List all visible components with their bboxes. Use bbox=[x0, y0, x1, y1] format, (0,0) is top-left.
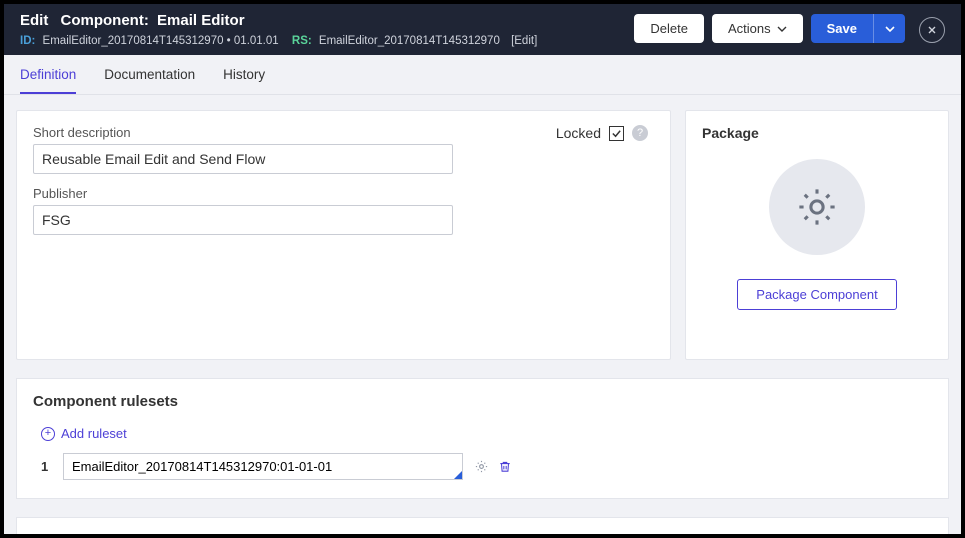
page-title: Edit Component: Email Editor bbox=[20, 12, 634, 29]
locked-field: Locked ? bbox=[556, 125, 648, 141]
record-title: Email Editor bbox=[157, 12, 245, 29]
package-component-button[interactable]: Package Component bbox=[737, 279, 897, 310]
content-scroll[interactable]: Short description Publisher Locked ? bbox=[4, 100, 961, 534]
ruleset-settings-button[interactable] bbox=[473, 459, 489, 475]
gear-icon bbox=[794, 184, 840, 230]
publisher-input[interactable] bbox=[33, 205, 453, 235]
locked-checkbox[interactable] bbox=[609, 126, 624, 141]
short-description-input[interactable] bbox=[33, 144, 453, 174]
breadcrumb-prefix: Edit bbox=[20, 12, 48, 29]
ruleset-delete-button[interactable] bbox=[497, 459, 513, 475]
trash-icon bbox=[498, 459, 512, 474]
chevron-down-icon bbox=[885, 24, 895, 34]
prerequisites-title: Prerequisites bbox=[33, 532, 932, 534]
locked-label: Locked bbox=[556, 125, 601, 141]
ruleset-input[interactable] bbox=[63, 453, 463, 480]
rulesets-title: Component rulesets bbox=[33, 393, 932, 410]
prerequisites-section: Prerequisites bbox=[16, 517, 949, 534]
breadcrumb-type: Component: bbox=[61, 12, 149, 29]
actions-button[interactable]: Actions bbox=[712, 14, 803, 43]
chevron-down-icon bbox=[777, 24, 787, 34]
close-icon bbox=[927, 25, 937, 35]
rs-label: RS: bbox=[292, 35, 312, 47]
header-meta: ID: EmailEditor_20170814T145312970 • 01.… bbox=[20, 35, 634, 47]
package-card: Package Package Component bbox=[685, 110, 949, 360]
header-bar: Edit Component: Email Editor ID: EmailEd… bbox=[4, 4, 961, 55]
actions-label: Actions bbox=[728, 21, 771, 36]
definition-card: Short description Publisher Locked ? bbox=[16, 110, 671, 360]
delete-button[interactable]: Delete bbox=[634, 14, 704, 43]
close-button[interactable] bbox=[919, 17, 945, 43]
add-ruleset-label: Add ruleset bbox=[61, 426, 127, 441]
publisher-label: Publisher bbox=[33, 186, 654, 201]
tab-definition[interactable]: Definition bbox=[20, 55, 76, 94]
tab-documentation[interactable]: Documentation bbox=[104, 55, 195, 94]
plus-icon: + bbox=[41, 427, 55, 441]
check-icon bbox=[611, 128, 622, 139]
save-button[interactable]: Save bbox=[811, 14, 873, 43]
id-label: ID: bbox=[20, 35, 35, 47]
edit-rs-link[interactable]: [Edit] bbox=[511, 35, 537, 47]
id-value: EmailEditor_20170814T145312970 • 01.01.0… bbox=[43, 35, 279, 47]
ruleset-index: 1 bbox=[41, 459, 53, 474]
rs-value: EmailEditor_20170814T145312970 bbox=[319, 35, 500, 47]
help-icon[interactable]: ? bbox=[632, 125, 648, 141]
package-title: Package bbox=[702, 125, 932, 141]
save-dropdown-button[interactable] bbox=[873, 14, 905, 43]
add-ruleset-link[interactable]: + Add ruleset bbox=[41, 426, 127, 441]
ruleset-row: 1 bbox=[41, 453, 932, 480]
package-placeholder bbox=[769, 159, 865, 255]
save-split-button: Save bbox=[811, 14, 905, 43]
tabs-bar: Definition Documentation History bbox=[4, 55, 961, 95]
rulesets-section: Component rulesets + Add ruleset 1 bbox=[16, 378, 949, 499]
gear-icon bbox=[474, 459, 489, 474]
tab-history[interactable]: History bbox=[223, 55, 265, 94]
